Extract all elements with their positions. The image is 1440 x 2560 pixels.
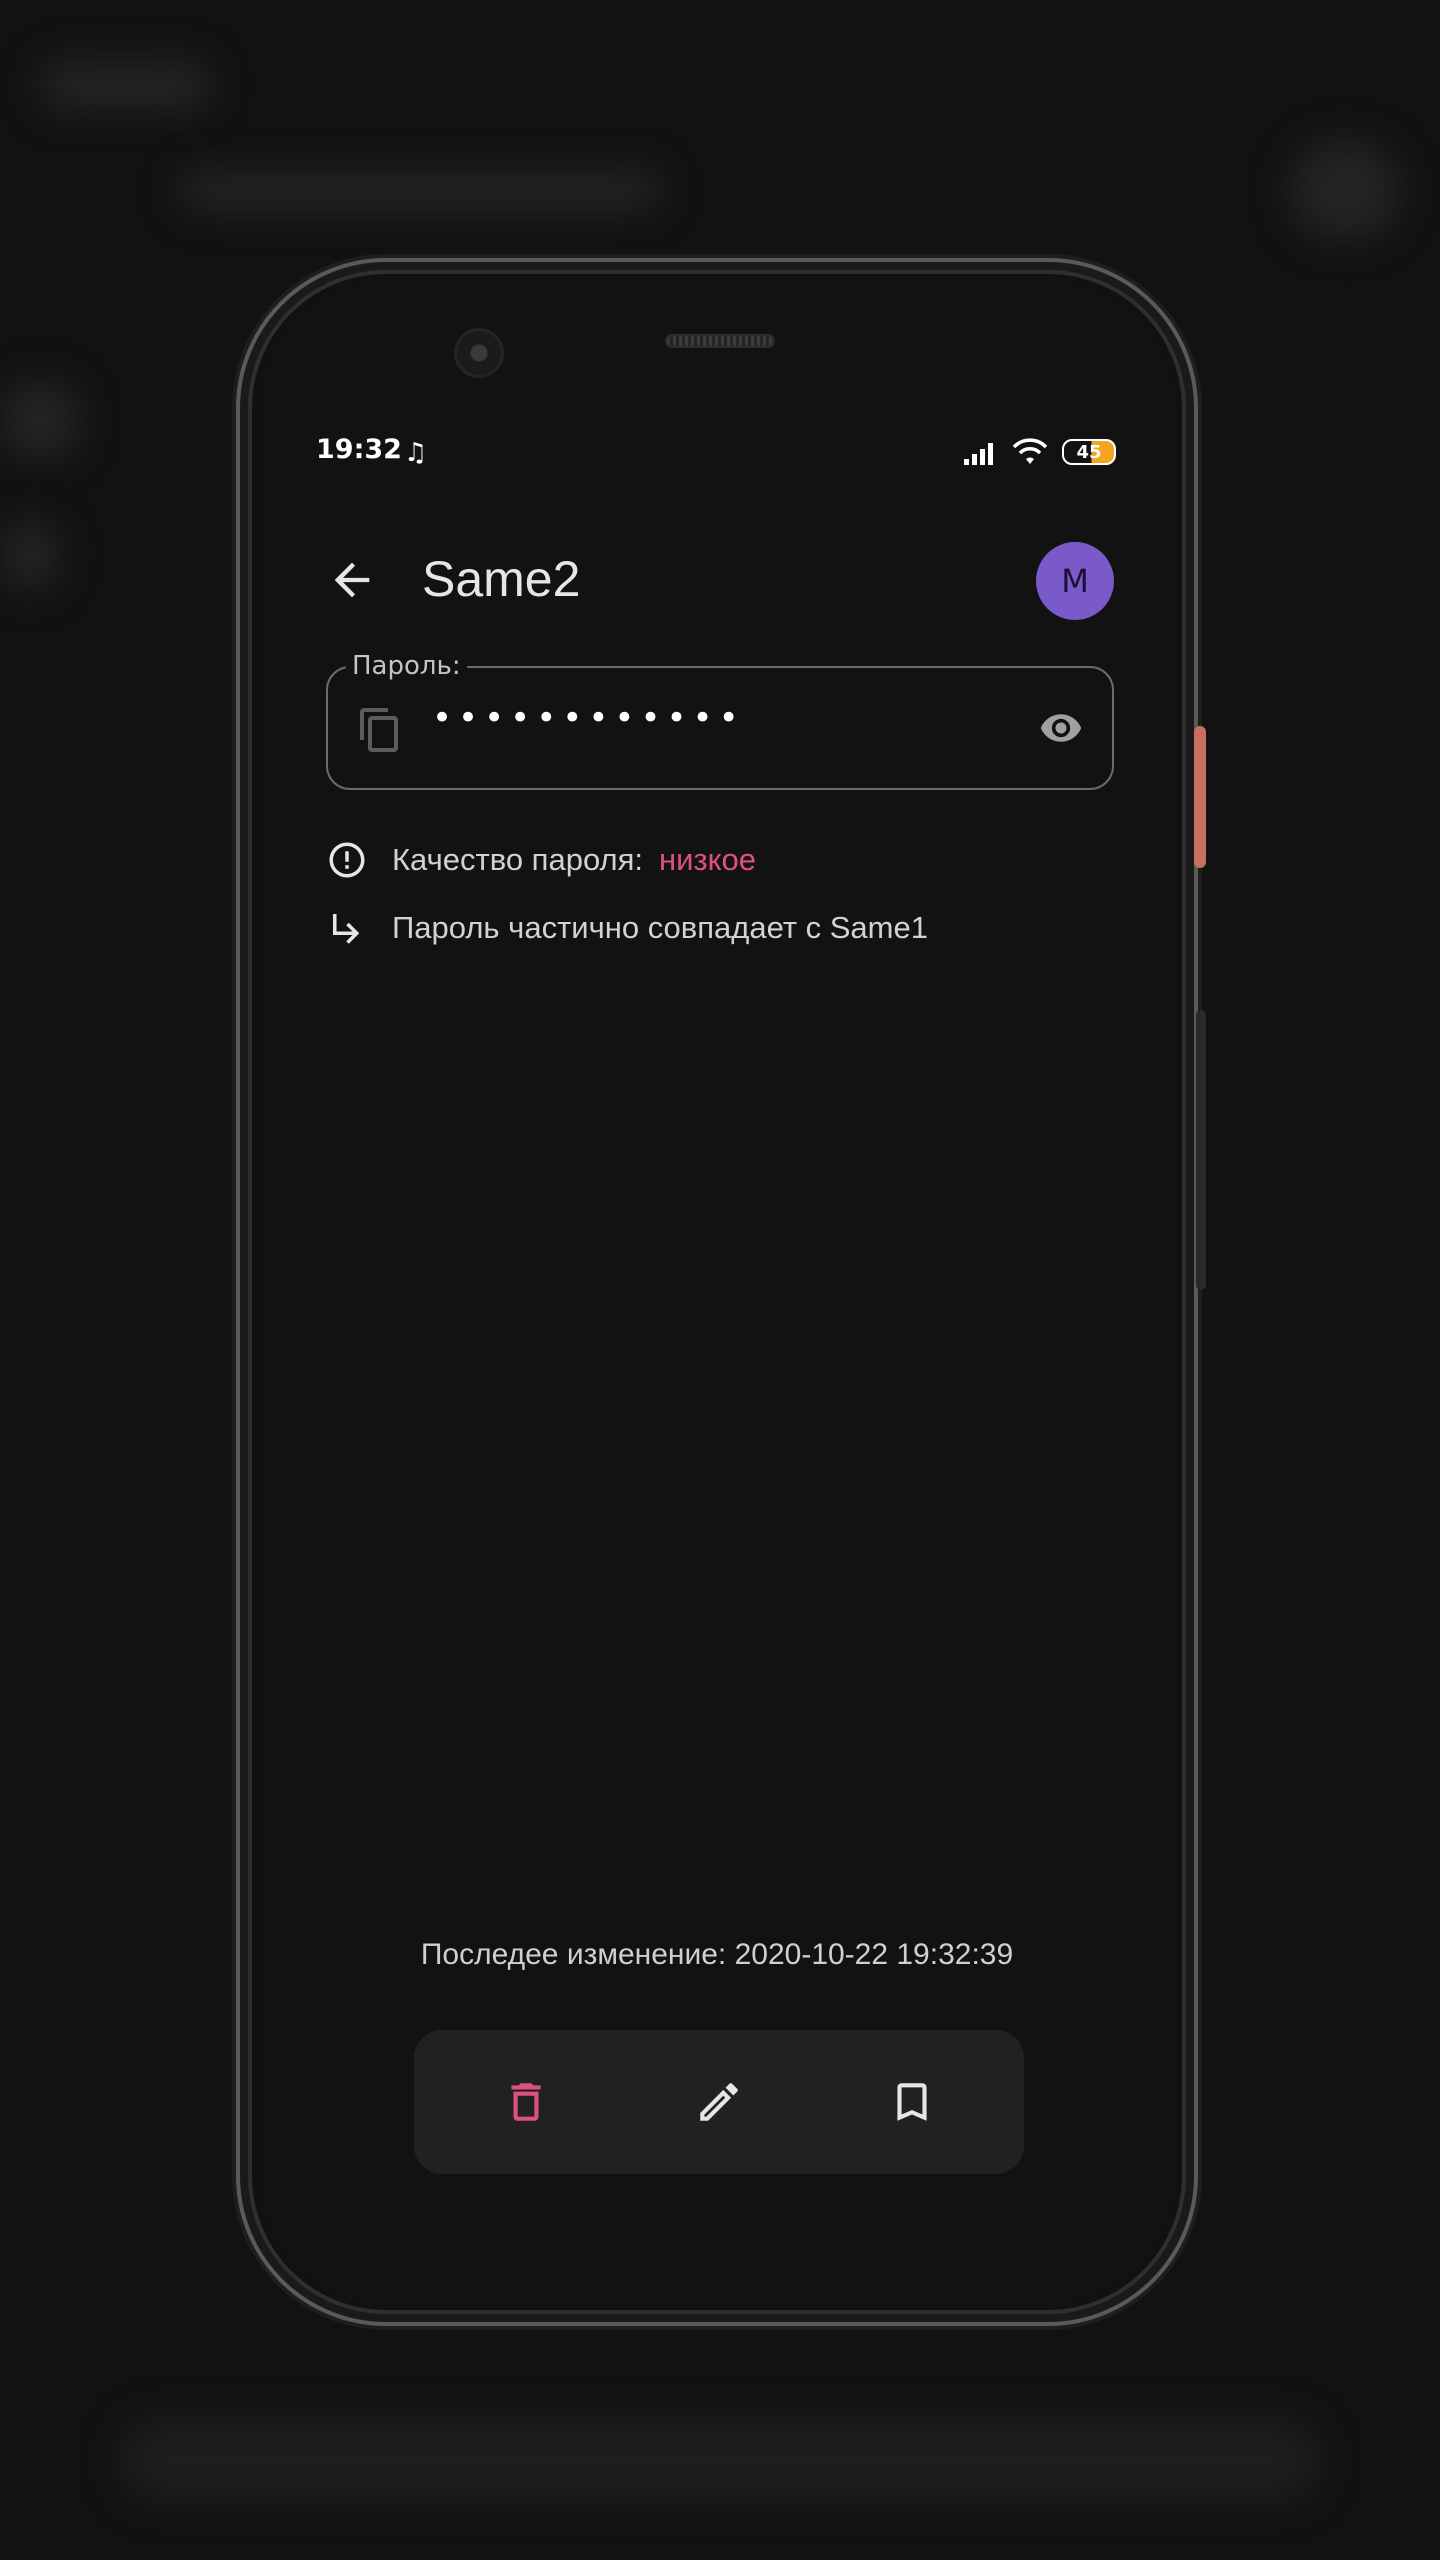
background-blur [0,520,60,590]
phone-power-button [1194,726,1206,868]
password-match-row: Пароль частично совпадает с Same1 [326,906,928,950]
quality-value: низкое [659,842,757,877]
battery-icon: 45 [1062,439,1116,465]
background-blur [120,2420,1320,2500]
delete-button[interactable] [494,2070,558,2134]
subdirectory-arrow-icon [333,914,360,944]
eye-icon[interactable] [1034,706,1088,750]
bookmark-icon [897,2083,927,2121]
arrow-back-icon[interactable] [326,554,378,606]
avatar[interactable]: M [1036,542,1114,620]
app-bar: Same2 M [258,534,1176,626]
signal-icon [964,443,993,465]
alert-circle-icon [329,842,365,878]
avatar-letter: M [1061,562,1089,600]
edit-button[interactable] [687,2070,751,2134]
password-quality-row: Качество пароля: низкое [326,838,756,882]
quality-label: Качество пароля: [392,842,643,877]
wifi-icon [1012,438,1048,464]
camera [454,328,504,378]
copy-icon[interactable] [356,706,404,754]
page-title: Same2 [422,551,581,607]
status-icons: 45 [962,438,1116,466]
password-value: •••••••••••• [432,698,745,738]
bookmark-button[interactable] [880,2070,944,2134]
password-field[interactable]: Пароль: •••••••••••• [326,651,1114,790]
background-blur [40,60,210,110]
status-bar: 19:32 ♫ 45 [316,434,1116,474]
background-blur [180,170,660,210]
background-blur [1290,140,1400,240]
music-note-icon: ♫ [404,438,428,468]
phone-volume-button [1196,1010,1206,1290]
last-modified-text: Последее изменение: 2020-10-22 19:32:39 [420,1938,1014,1971]
battery-level: 45 [1076,441,1102,463]
password-field-label: Пароль: [346,651,467,681]
background-blur [0,380,80,460]
pencil-icon [700,2083,738,2121]
trash-icon [511,2083,541,2121]
phone-screen: 19:32 ♫ 45 Same2 M Пароль: •••••••••••• … [258,278,1176,2306]
speaker-grille [665,334,775,348]
bottom-action-bar [414,2030,1024,2174]
status-time: 19:32 [316,434,402,465]
match-text: Пароль частично совпадает с Same1 [392,910,928,945]
